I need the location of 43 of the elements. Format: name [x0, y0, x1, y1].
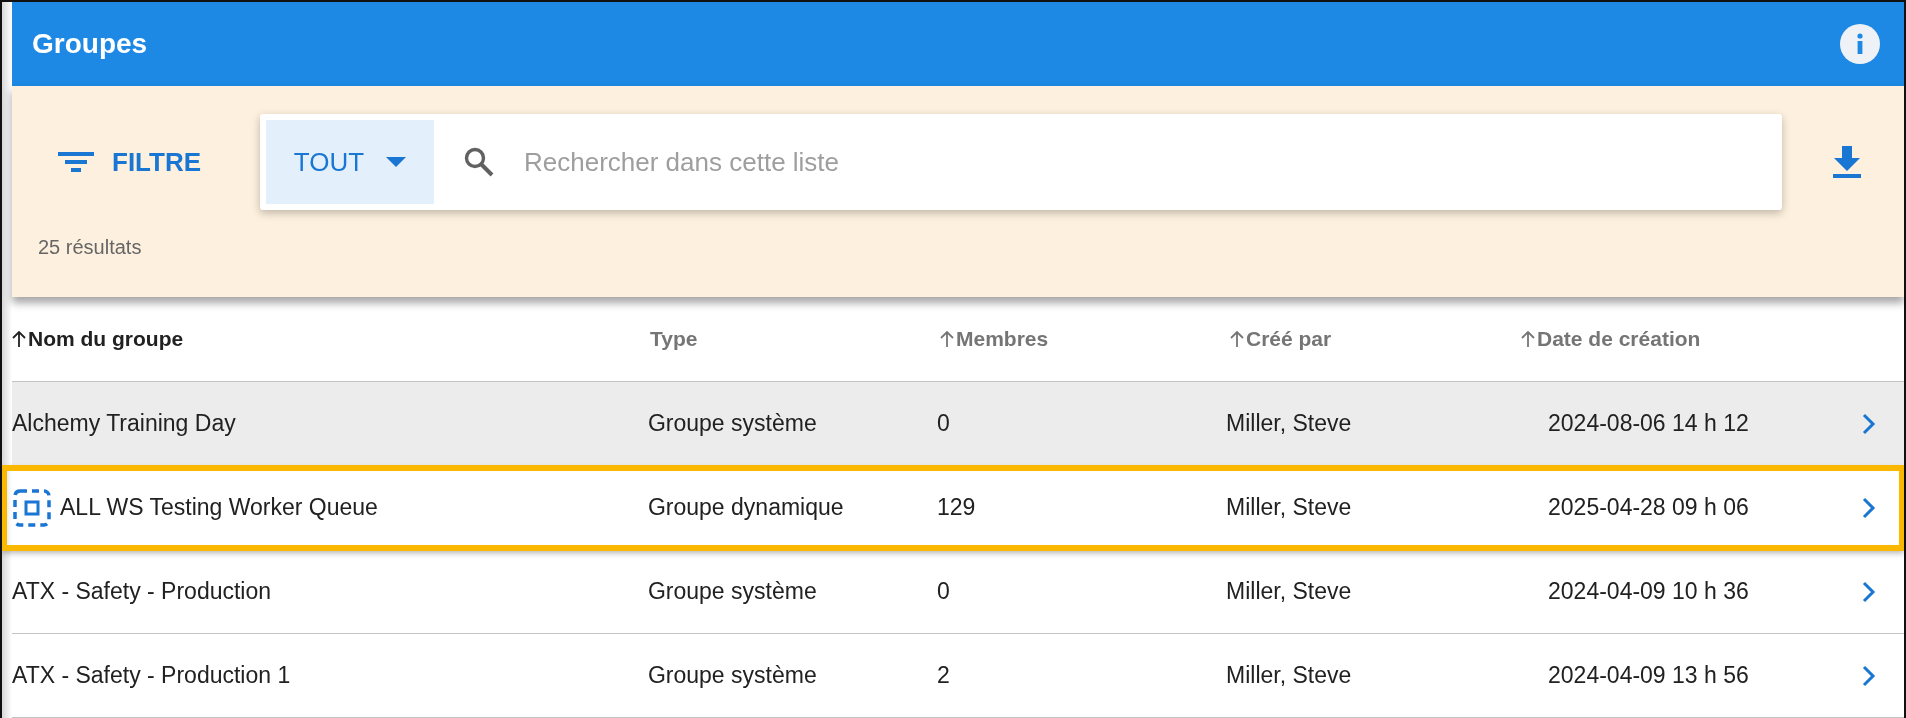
download-icon[interactable]: [1832, 146, 1862, 179]
column-header[interactable]: Créé par: [1230, 327, 1332, 351]
column-header[interactable]: Nom du groupe: [12, 327, 184, 351]
group-name: Alchemy Training Day: [12, 410, 236, 437]
group-type: Groupe dynamique: [647, 494, 844, 520]
member-count: 129: [937, 494, 976, 520]
result-count: 25 résultats: [37, 236, 143, 260]
scope-dropdown[interactable]: TOUT: [266, 120, 434, 205]
column-header[interactable]: Membres: [940, 327, 1049, 351]
member-count: 2: [937, 662, 950, 688]
chevron-right-icon[interactable]: [1862, 580, 1876, 603]
table-row[interactable]: ATX - Safety - Production Groupe système 0 Miller, Steve 2024-04-09 10 h 36: [12, 550, 1904, 634]
chevron-right-icon[interactable]: [1862, 412, 1876, 435]
group-name: ATX - Safety - Production: [12, 578, 272, 605]
table-row[interactable]: ATX - Safety - Production 1 Groupe système 2 Miller, Steve 2024-04-09 13 h 56: [12, 634, 1904, 718]
search-icon: [464, 147, 494, 178]
table-row[interactable]: Alchemy Training Day Groupe système 0 Miller, Steve 2024-08-06 14 h 12: [12, 382, 1904, 466]
table-row[interactable]: ALL WS Testing Worker Queue Groupe dynamique 129 Miller, Steve 2025-04-28 09 h 06: [2, 466, 1904, 550]
group-name: ATX - Safety - Production 1: [12, 662, 291, 689]
creator-name: Miller, Steve: [1226, 410, 1352, 436]
creation-date: 2024-08-06 14 h 12: [1548, 410, 1749, 436]
creation-date: 2024-04-09 13 h 56: [1548, 662, 1749, 688]
filter-icon: [58, 150, 94, 175]
group-type: Groupe système: [647, 578, 817, 604]
creator-name: Miller, Steve: [1226, 662, 1352, 688]
creation-date: 2024-04-09 10 h 36: [1548, 578, 1749, 604]
caret-icon: [386, 157, 407, 168]
filter-button[interactable]: FILTRE: [28, 146, 260, 178]
creation-date: 2025-04-28 09 h 06: [1548, 494, 1749, 520]
creator-name: Miller, Steve: [1226, 494, 1352, 520]
column-header[interactable]: Type: [650, 327, 698, 351]
member-count: 0: [937, 410, 950, 436]
chevron-right-icon[interactable]: [1862, 496, 1876, 519]
creator-name: Miller, Steve: [1226, 578, 1352, 604]
chevron-right-icon[interactable]: [1862, 664, 1876, 687]
group-type: Groupe système: [647, 662, 817, 688]
member-count: 0: [937, 578, 950, 604]
search-field[interactable]: TOUT Rechercher dans cette liste: [260, 114, 1782, 211]
info-icon[interactable]: [1840, 24, 1880, 65]
column-header[interactable]: Date de création: [1521, 327, 1701, 351]
group-name: ALL WS Testing Worker Queue: [60, 494, 378, 521]
page-title: Groupes: [32, 28, 148, 61]
group-type: Groupe système: [647, 410, 817, 436]
